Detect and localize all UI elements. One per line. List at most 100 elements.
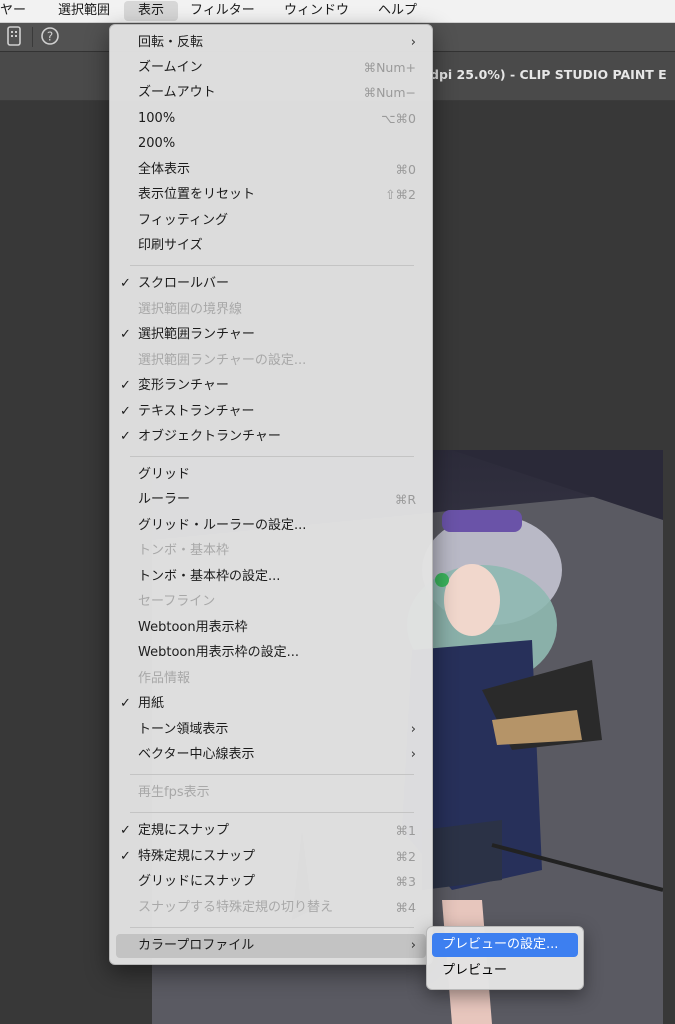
chevron-right-icon: › bbox=[410, 722, 416, 737]
svg-text:?: ? bbox=[47, 30, 53, 44]
menu-item-text-launcher[interactable]: ✓ テキストランチャー bbox=[116, 400, 426, 424]
menu-item-label: 変形ランチャー bbox=[138, 378, 229, 393]
menu-item-label: 200% bbox=[138, 136, 176, 151]
menu-item-rotate-flip[interactable]: 回転・反転 › bbox=[116, 31, 426, 55]
menu-item-label: Webtoon用表示枠 bbox=[138, 620, 248, 635]
menu-item-fitting[interactable]: フィッティング bbox=[116, 209, 426, 233]
menu-item-label: ズームイン bbox=[138, 60, 203, 75]
checkmark-icon: ✓ bbox=[120, 276, 131, 291]
color-profile-submenu: プレビューの設定... プレビュー bbox=[426, 926, 584, 990]
menu-item-selection-launcher-settings: 選択範囲ランチャーの設定... bbox=[116, 349, 426, 373]
menu-item-work-info: 作品情報 bbox=[116, 667, 426, 691]
menu-item-grid-ruler-settings[interactable]: グリッド・ルーラーの設定... bbox=[116, 514, 426, 538]
menu-item-label: セーフライン bbox=[138, 594, 216, 609]
menu-item-switch-special-ruler: スナップする特殊定規の切り替え ⌘4 bbox=[116, 896, 426, 920]
menu-item-ruler[interactable]: ルーラー ⌘R bbox=[116, 488, 426, 512]
menu-item-selection-launcher[interactable]: ✓ 選択範囲ランチャー bbox=[116, 323, 426, 347]
menu-item-label: グリッドにスナップ bbox=[138, 874, 256, 889]
menu-item-webtoon-frame[interactable]: Webtoon用表示枠 bbox=[116, 616, 426, 640]
menu-item-shortcut: ⌘0 bbox=[395, 162, 416, 177]
menu-item-label: 定規にスナップ bbox=[138, 823, 230, 838]
menu-item-label: Webtoon用表示枠の設定... bbox=[138, 645, 299, 660]
menu-item-label: 全体表示 bbox=[138, 162, 191, 177]
menu-item-label: カラープロファイル bbox=[138, 938, 255, 953]
menu-item-label: 再生fps表示 bbox=[138, 785, 210, 800]
menu-item-zoom-in[interactable]: ズームイン ⌘Num+ bbox=[116, 56, 426, 80]
menu-item-label: スクロールバー bbox=[138, 276, 230, 291]
menu-item-label: 用紙 bbox=[138, 696, 165, 711]
menu-item-zoom-out[interactable]: ズームアウト ⌘Num− bbox=[116, 81, 426, 105]
menu-item-label: 印刷サイズ bbox=[138, 238, 203, 253]
menu-item-label: ベクター中心線表示 bbox=[138, 747, 255, 762]
menu-item-shortcut: ⇧⌘2 bbox=[385, 187, 416, 202]
menu-item-label: 選択範囲の境界線 bbox=[138, 302, 243, 317]
menu-item-label: 特殊定規にスナップ bbox=[138, 849, 256, 864]
menu-item-selection-border: 選択範囲の境界線 bbox=[116, 298, 426, 322]
menu-item-shortcut: ⌘1 bbox=[395, 823, 416, 838]
submenu-item-preview[interactable]: プレビュー bbox=[432, 959, 578, 983]
menu-item-grid[interactable]: グリッド bbox=[116, 463, 426, 487]
menu-item-shortcut: ⌘Num− bbox=[363, 85, 416, 100]
menu-item-label: 選択範囲ランチャーの設定... bbox=[138, 353, 307, 368]
menu-item-crop-marks-settings[interactable]: トンボ・基本枠の設定... bbox=[116, 565, 426, 589]
submenu-item-label: プレビュー bbox=[442, 963, 508, 978]
menu-separator bbox=[130, 265, 414, 266]
document-title: dpi 25.0%) - CLIP STUDIO PAINT E bbox=[430, 67, 667, 82]
menu-item-crop-marks: トンボ・基本枠 bbox=[116, 539, 426, 563]
menubar-item-view[interactable]: 表示 bbox=[124, 1, 179, 21]
menu-item-snap-special-ruler[interactable]: ✓ 特殊定規にスナップ ⌘2 bbox=[116, 845, 426, 869]
menu-item-webtoon-frame-settings[interactable]: Webtoon用表示枠の設定... bbox=[116, 641, 426, 665]
menu-item-shortcut: ⌘3 bbox=[395, 874, 416, 889]
menubar-item-layer[interactable]: ヤー bbox=[0, 0, 26, 22]
menu-item-snap-ruler[interactable]: ✓ 定規にスナップ ⌘1 bbox=[116, 819, 426, 843]
menu-item-label: ズームアウト bbox=[138, 85, 216, 100]
checkmark-icon: ✓ bbox=[120, 849, 131, 864]
menu-bar: ヤー 選択範囲 表示 フィルター ウィンドウ ヘルプ bbox=[0, 0, 675, 23]
menu-item-reset-position[interactable]: 表示位置をリセット ⇧⌘2 bbox=[116, 183, 426, 207]
menu-item-label: テキストランチャー bbox=[138, 404, 255, 419]
menu-item-safe-line: セーフライン bbox=[116, 590, 426, 614]
menu-separator bbox=[130, 812, 414, 813]
menu-item-vector-centerline[interactable]: ベクター中心線表示 › bbox=[116, 743, 426, 767]
menu-item-print-size[interactable]: 印刷サイズ bbox=[116, 234, 426, 258]
submenu-item-label: プレビューの設定... bbox=[442, 937, 559, 952]
menu-item-label: トーン領域表示 bbox=[138, 722, 229, 737]
menubar-item-help[interactable]: ヘルプ bbox=[378, 0, 417, 22]
menu-item-transform-launcher[interactable]: ✓ 変形ランチャー bbox=[116, 374, 426, 398]
menu-item-label: トンボ・基本枠の設定... bbox=[138, 569, 281, 584]
menu-item-scrollbar[interactable]: ✓ スクロールバー bbox=[116, 272, 426, 296]
menu-item-label: グリッド・ルーラーの設定... bbox=[138, 518, 307, 533]
menu-item-object-launcher[interactable]: ✓ オブジェクトランチャー bbox=[116, 425, 426, 449]
menu-item-zoom-100[interactable]: 100% ⌥⌘0 bbox=[116, 107, 426, 131]
toolbar-divider bbox=[32, 27, 33, 47]
view-menu: 回転・反転 › ズームイン ⌘Num+ ズームアウト ⌘Num− 100% ⌥⌘0 200% 全体… bbox=[109, 24, 433, 965]
chevron-right-icon: › bbox=[410, 938, 416, 953]
tablet-icon[interactable] bbox=[4, 26, 24, 46]
chevron-right-icon: › bbox=[410, 747, 416, 762]
menu-item-paper[interactable]: ✓ 用紙 bbox=[116, 692, 426, 716]
menu-item-snap-grid[interactable]: グリッドにスナップ ⌘3 bbox=[116, 870, 426, 894]
menu-item-fit-all[interactable]: 全体表示 ⌘0 bbox=[116, 158, 426, 182]
menu-item-label: 作品情報 bbox=[138, 671, 191, 686]
menu-item-label: グリッド bbox=[138, 467, 191, 482]
submenu-item-preview-settings[interactable]: プレビューの設定... bbox=[432, 933, 578, 957]
checkmark-icon: ✓ bbox=[120, 404, 131, 419]
checkmark-icon: ✓ bbox=[120, 823, 131, 838]
menu-item-label: トンボ・基本枠 bbox=[138, 543, 230, 558]
checkmark-icon: ✓ bbox=[120, 429, 131, 444]
menu-item-tone-area[interactable]: トーン領域表示 › bbox=[116, 718, 426, 742]
menubar-item-filter[interactable]: フィルター bbox=[190, 0, 255, 22]
menu-item-label: スナップする特殊定規の切り替え bbox=[138, 900, 334, 915]
menubar-item-selection[interactable]: 選択範囲 bbox=[58, 0, 110, 22]
menu-item-shortcut: ⌘4 bbox=[395, 900, 416, 915]
menu-item-zoom-200[interactable]: 200% bbox=[116, 132, 426, 156]
menu-item-label: 回転・反転 bbox=[138, 35, 204, 50]
menu-item-label: フィッティング bbox=[138, 213, 228, 228]
menu-item-shortcut: ⌘Num+ bbox=[363, 60, 416, 75]
menubar-item-window[interactable]: ウィンドウ bbox=[284, 0, 349, 22]
menu-separator bbox=[130, 456, 414, 457]
menu-item-color-profile[interactable]: カラープロファイル › bbox=[116, 934, 426, 958]
help-icon[interactable]: ? bbox=[40, 26, 60, 46]
menu-item-shortcut: ⌘R bbox=[394, 492, 416, 507]
checkmark-icon: ✓ bbox=[120, 378, 131, 393]
